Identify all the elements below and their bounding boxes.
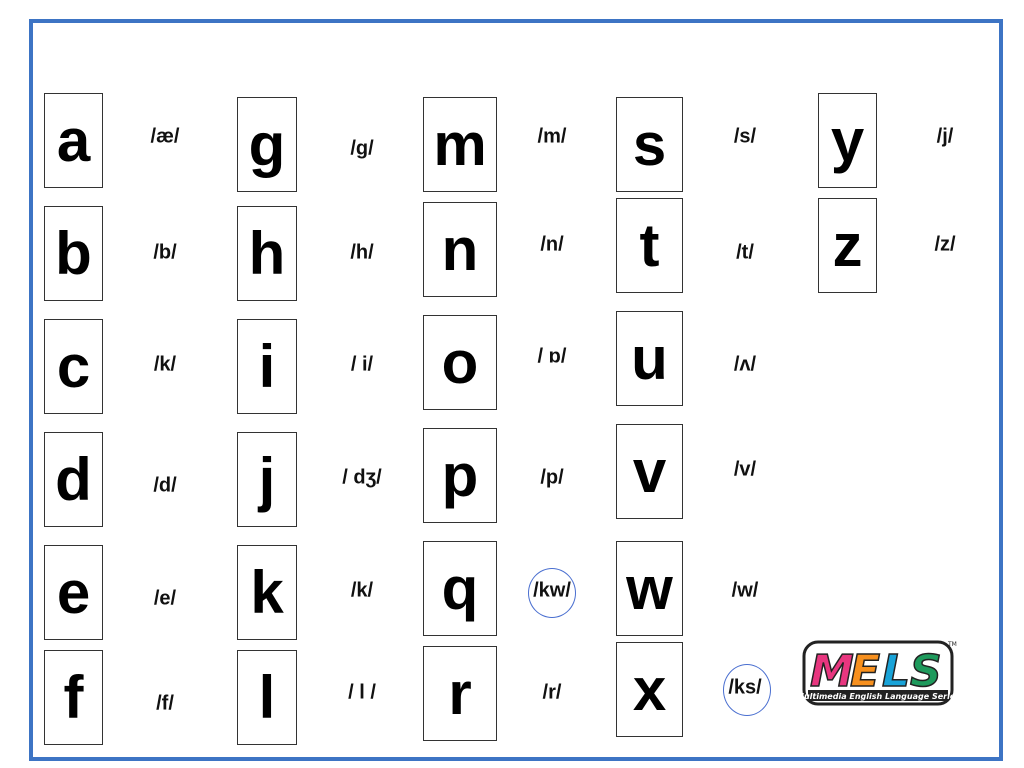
letter-card-x: x — [616, 642, 683, 737]
phoneme-o: / ɒ/ — [537, 345, 567, 368]
letter-card-y: y — [818, 93, 877, 188]
phoneme-l: / l / — [348, 681, 376, 704]
letter-card-a: a — [44, 93, 103, 188]
phoneme-i: / i/ — [350, 353, 374, 376]
phoneme-d: /d/ — [153, 474, 177, 497]
letter-card-r: r — [423, 646, 497, 741]
letter-card-m: m — [423, 97, 497, 192]
phoneme-y: /j/ — [936, 125, 954, 148]
phoneme-j: / dʒ/ — [342, 466, 382, 489]
phoneme-c: /k/ — [153, 353, 177, 376]
phoneme-u: /ʌ/ — [733, 353, 757, 376]
letter-card-v: v — [616, 424, 683, 519]
phoneme-t: /t/ — [736, 241, 754, 264]
letter-card-p: p — [423, 428, 497, 523]
letter-card-h: h — [237, 206, 297, 301]
highlight-circle-ks — [723, 664, 771, 716]
phoneme-k: /k/ — [350, 579, 374, 602]
letter-card-s: s — [616, 97, 683, 192]
letter-card-j: j — [237, 432, 297, 527]
phoneme-r: /r/ — [542, 681, 562, 704]
letter-card-t: t — [616, 198, 683, 293]
phoneme-h: /h/ — [350, 241, 374, 264]
letter-card-w: w — [616, 541, 683, 636]
phoneme-n: /n/ — [540, 233, 564, 256]
svg-text:S: S — [910, 646, 942, 697]
letter-card-f: f — [44, 650, 103, 745]
svg-text:L: L — [882, 646, 910, 697]
phoneme-v: /v/ — [733, 458, 757, 481]
svg-text:TM: TM — [947, 641, 957, 648]
letter-card-g: g — [237, 97, 297, 192]
letter-card-z: z — [818, 198, 877, 293]
phoneme-z: /z/ — [934, 233, 956, 256]
letter-card-d: d — [44, 432, 103, 527]
phoneme-g: /g/ — [350, 137, 374, 160]
phoneme-m: /m/ — [537, 125, 567, 148]
phoneme-s: /s/ — [733, 125, 757, 148]
svg-text:Multimedia English Language Se: Multimedia English Language Series — [800, 692, 960, 701]
phoneme-p: /p/ — [540, 466, 564, 489]
phoneme-w: /w/ — [731, 579, 759, 602]
mels-logo: M E L S Multimedia English Language Seri… — [800, 640, 960, 706]
letter-card-c: c — [44, 319, 103, 414]
letter-card-u: u — [616, 311, 683, 406]
letter-card-i: i — [237, 319, 297, 414]
letter-card-e: e — [44, 545, 103, 640]
svg-text:E: E — [850, 646, 880, 697]
letter-card-b: b — [44, 206, 103, 301]
phoneme-a: /æ/ — [150, 125, 180, 148]
letter-card-l: l — [237, 650, 297, 745]
phoneme-b: /b/ — [153, 241, 177, 264]
letter-card-o: o — [423, 315, 497, 410]
phoneme-f: /f/ — [156, 692, 174, 715]
svg-text:M: M — [810, 646, 854, 697]
highlight-circle-kw — [528, 568, 576, 618]
letter-card-k: k — [237, 545, 297, 640]
letter-card-q: q — [423, 541, 497, 636]
phoneme-e: /e/ — [153, 587, 177, 610]
letter-card-n: n — [423, 202, 497, 297]
